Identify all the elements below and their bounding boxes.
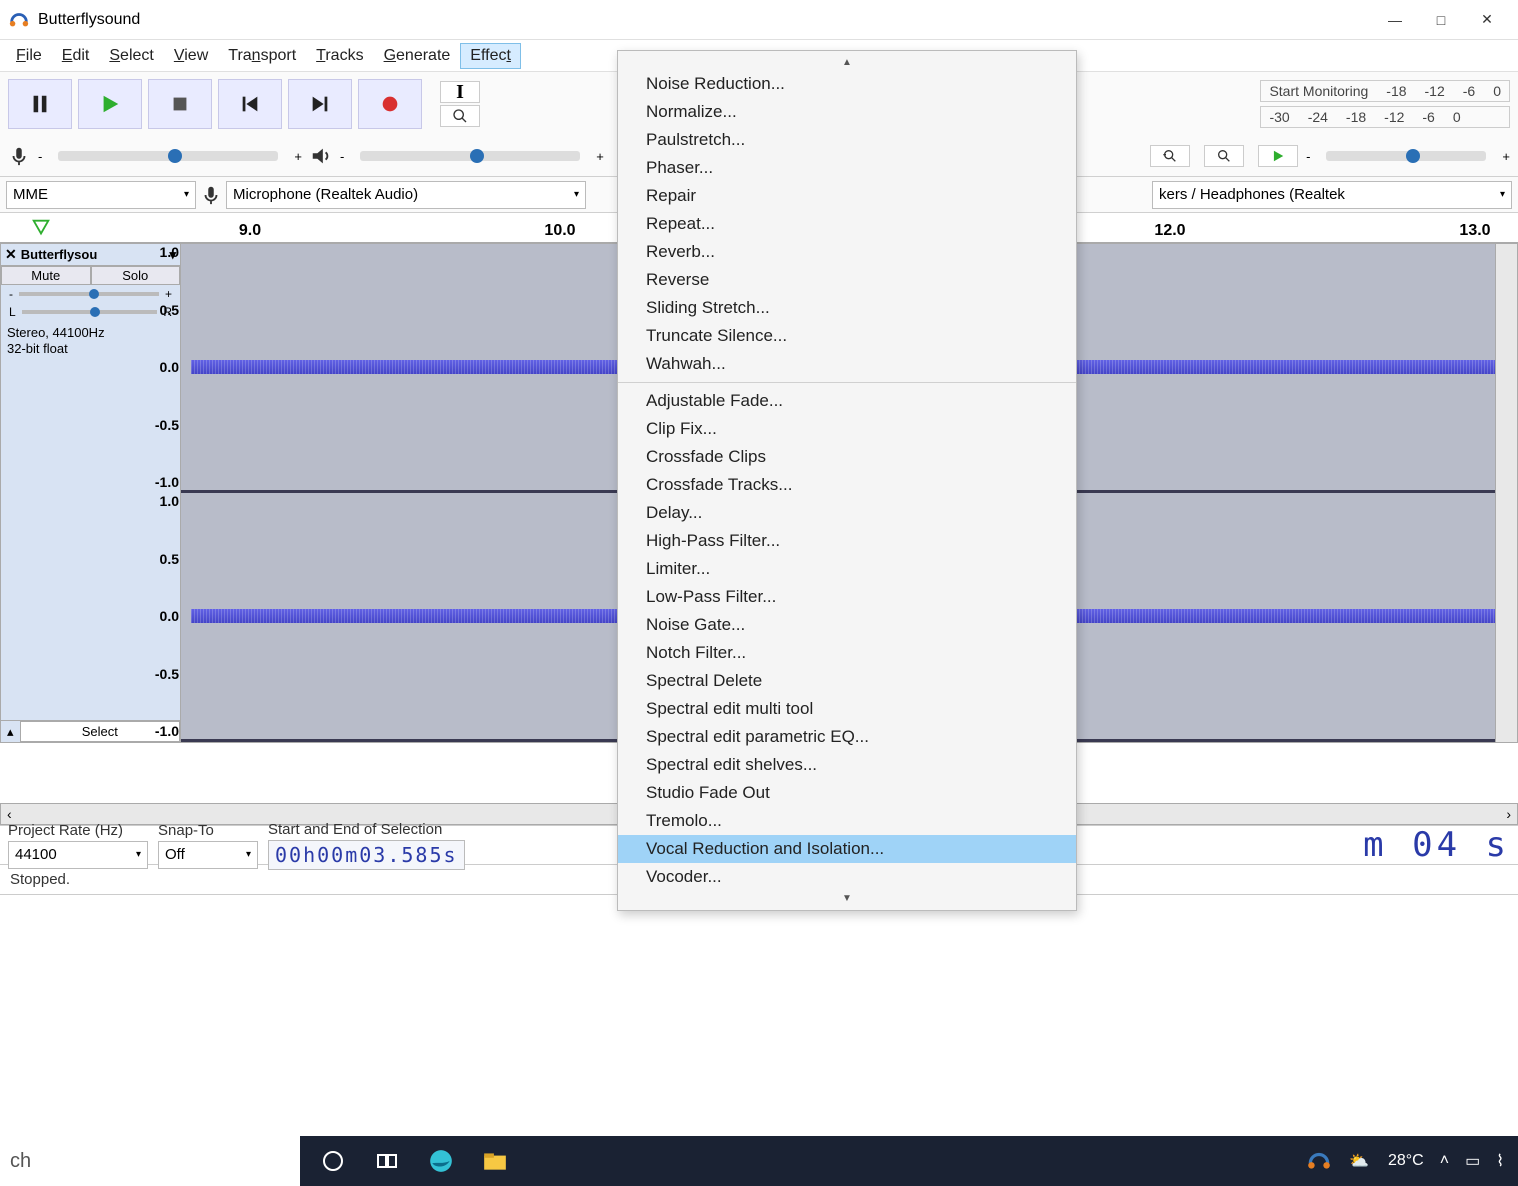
stop-button[interactable] (148, 79, 212, 129)
play-speed-slider[interactable] (1326, 151, 1486, 161)
effect-clip-fix[interactable]: Clip Fix... (618, 415, 1076, 443)
skip-start-button[interactable] (218, 79, 282, 129)
pause-button[interactable] (8, 79, 72, 129)
audacity-taskbar-icon[interactable] (1306, 1148, 1332, 1174)
effect-crossfade-tracks[interactable]: Crossfade Tracks... (618, 471, 1076, 499)
edge-icon[interactable] (428, 1148, 454, 1174)
cortana-icon[interactable] (320, 1148, 346, 1174)
effect-tremolo[interactable]: Tremolo... (618, 807, 1076, 835)
menu-scroll-up-icon[interactable]: ▲ (618, 55, 1076, 70)
menu-view[interactable]: View (164, 43, 218, 69)
taskbar-search[interactable]: ch (0, 1136, 300, 1186)
menu-tracks[interactable]: Tracks (306, 43, 373, 69)
zoom-fit-button[interactable] (1150, 145, 1190, 167)
effect-repair[interactable]: Repair (618, 182, 1076, 210)
menu-file[interactable]: File (6, 43, 52, 69)
mic-icon (200, 184, 222, 206)
status-text: Stopped. (10, 871, 70, 888)
skip-end-button[interactable] (288, 79, 352, 129)
collapse-icon[interactable]: ▴ (1, 724, 20, 740)
play-button[interactable] (78, 79, 142, 129)
effect-paulstretch[interactable]: Paulstretch... (618, 126, 1076, 154)
effect-repeat[interactable]: Repeat... (618, 210, 1076, 238)
explorer-icon[interactable] (482, 1148, 508, 1174)
vertical-scrollbar[interactable] (1495, 244, 1517, 742)
wifi-icon[interactable]: ⌇ (1496, 1151, 1504, 1171)
mute-button[interactable]: Mute (1, 266, 91, 285)
effect-spectral-delete[interactable]: Spectral Delete (618, 667, 1076, 695)
project-rate-label: Project Rate (Hz) (8, 822, 148, 839)
windows-taskbar: ch ⛅ 28°C ˄ ▭ ⌇ (0, 1136, 1518, 1186)
speaker-icon (310, 145, 332, 167)
snap-to-select[interactable]: Off▾ (158, 841, 258, 869)
effect-notch-filter[interactable]: Notch Filter... (618, 639, 1076, 667)
effect-delay[interactable]: Delay... (618, 499, 1076, 527)
effect-reverse[interactable]: Reverse (618, 266, 1076, 294)
titlebar: Butterflysound — □ ✕ (0, 0, 1518, 40)
record-button[interactable] (358, 79, 422, 129)
audio-host-select[interactable]: MME▾ (6, 181, 196, 209)
playback-meter[interactable]: -30 -24 -18 -12 -6 0 (1260, 106, 1510, 128)
effect-normalize[interactable]: Normalize... (618, 98, 1076, 126)
play-at-speed-button[interactable] (1258, 145, 1298, 167)
menu-edit[interactable]: Edit (52, 43, 100, 69)
recording-volume-slider[interactable] (58, 151, 278, 161)
effect-low-pass[interactable]: Low-Pass Filter... (618, 583, 1076, 611)
window-controls: — □ ✕ (1372, 0, 1510, 40)
selection-start-time[interactable]: 00h00m03.585s (268, 840, 465, 870)
project-rate-select[interactable]: 44100▾ (8, 841, 148, 869)
track-name-label: Butterflysou (21, 247, 98, 262)
audacity-icon (8, 9, 30, 31)
effect-adjustable-fade[interactable]: Adjustable Fade... (618, 382, 1076, 415)
track-close-button[interactable]: ✕ (5, 246, 17, 263)
effect-reverb[interactable]: Reverb... (618, 238, 1076, 266)
effect-spectral-multi[interactable]: Spectral edit multi tool (618, 695, 1076, 723)
minimize-button[interactable]: — (1372, 0, 1418, 40)
meter-toolbar: Start Monitoring -18 -12 -6 0 -30 -24 -1… (1260, 80, 1510, 128)
recording-device-select[interactable]: Microphone (Realtek Audio)▾ (226, 181, 586, 209)
window-title: Butterflysound (38, 11, 140, 29)
effect-spectral-shelves[interactable]: Spectral edit shelves... (618, 751, 1076, 779)
menu-effect[interactable]: Effect (460, 43, 521, 69)
battery-icon[interactable]: ▭ (1465, 1151, 1480, 1171)
menu-transport[interactable]: Transport (218, 43, 306, 69)
menu-generate[interactable]: Generate (374, 43, 461, 69)
effect-studio-fade[interactable]: Studio Fade Out (618, 779, 1076, 807)
effect-vocoder[interactable]: Vocoder... (618, 863, 1076, 891)
menu-scroll-down-icon[interactable]: ▼ (618, 891, 1076, 906)
scroll-right-icon[interactable]: › (1506, 806, 1511, 822)
menu-select[interactable]: Select (99, 43, 163, 69)
effect-crossfade-clips[interactable]: Crossfade Clips (618, 443, 1076, 471)
playback-volume-slider[interactable] (360, 151, 580, 161)
effect-menu: ▲ Noise Reduction... Normalize... Paulst… (617, 50, 1077, 911)
effect-wahwah[interactable]: Wahwah... (618, 350, 1076, 378)
effect-sliding-stretch[interactable]: Sliding Stretch... (618, 294, 1076, 322)
task-view-icon[interactable] (374, 1148, 400, 1174)
zoom-sel-button[interactable] (1204, 145, 1244, 167)
weather-icon[interactable]: ⛅ (1346, 1148, 1372, 1174)
effect-spectral-eq[interactable]: Spectral edit parametric EQ... (618, 723, 1076, 751)
mic-icon (8, 145, 30, 167)
playhead-icon (30, 217, 52, 239)
playback-device-select[interactable]: kers / Headphones (Realtek▾ (1152, 181, 1512, 209)
selection-range-label: Start and End of Selection (268, 821, 465, 838)
effect-noise-gate[interactable]: Noise Gate... (618, 611, 1076, 639)
snap-to-label: Snap-To (158, 822, 258, 839)
zoom-tool-button[interactable] (440, 105, 480, 127)
tray-chevron-icon[interactable]: ˄ (1440, 1152, 1449, 1170)
scroll-left-icon[interactable]: ‹ (7, 806, 12, 822)
effect-vocal-reduction[interactable]: Vocal Reduction and Isolation... (618, 835, 1076, 863)
selection-tool-button[interactable]: I (440, 81, 480, 103)
effect-limiter[interactable]: Limiter... (618, 555, 1076, 583)
close-button[interactable]: ✕ (1464, 0, 1510, 40)
maximize-button[interactable]: □ (1418, 0, 1464, 40)
effect-noise-reduction[interactable]: Noise Reduction... (618, 70, 1076, 98)
recording-meter[interactable]: Start Monitoring -18 -12 -6 0 (1260, 80, 1510, 102)
temperature-label: 28°C (1388, 1152, 1424, 1170)
effect-phaser[interactable]: Phaser... (618, 154, 1076, 182)
audio-position-display[interactable]: m 04 s (1363, 825, 1510, 865)
start-monitoring-label: Start Monitoring (1269, 83, 1368, 99)
effect-high-pass[interactable]: High-Pass Filter... (618, 527, 1076, 555)
effect-truncate-silence[interactable]: Truncate Silence... (618, 322, 1076, 350)
